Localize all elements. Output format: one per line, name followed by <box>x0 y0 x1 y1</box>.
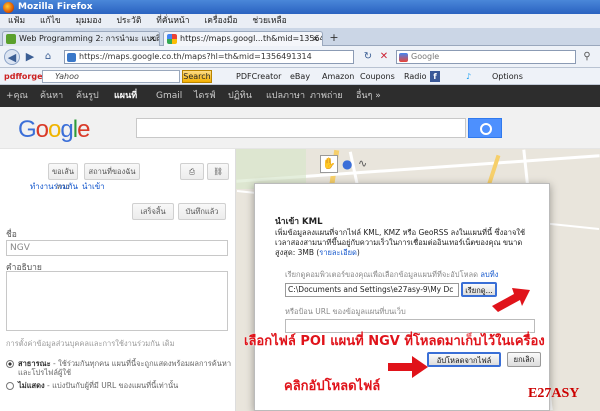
menu-help[interactable]: ช่วยเหลือ <box>252 16 286 26</box>
gbar-drive[interactable]: ไดรฟ์ <box>194 85 216 107</box>
placemark-tool-icon[interactable]: ● <box>342 157 352 171</box>
upload-from-file-button[interactable]: อัปโหลดจากไฟล์ <box>427 352 501 367</box>
stop-icon[interactable]: ✕ <box>378 51 390 63</box>
address-bar[interactable]: https://maps.google.co.th/maps?hl=th&mid… <box>64 50 354 64</box>
done-button[interactable]: เสร็จสิ้น <box>132 203 174 220</box>
window-titlebar: Mozilla Firefox <box>0 0 600 14</box>
annotation-select-file: เลือกไฟล์ POI แผนที่ NGV ที่โหลดมาเก็บไว… <box>244 334 545 349</box>
tab-close-icon[interactable]: × <box>312 32 319 45</box>
menu-view[interactable]: มุมมอง <box>76 16 102 26</box>
radio-button[interactable]: Radio <box>404 68 426 85</box>
tab-close-icon[interactable]: × <box>149 32 156 45</box>
pdfcreator-button[interactable]: PDFCreator <box>236 68 281 85</box>
tab-label: https://maps.googl...th&mid=1356491314 <box>180 34 323 43</box>
maps-favicon-icon <box>167 34 177 44</box>
firefox-logo-icon <box>3 2 14 13</box>
site-identity-icon[interactable] <box>67 53 76 62</box>
cancel-button[interactable]: ยกเลิก <box>507 352 541 367</box>
maps-search-input[interactable] <box>136 118 466 138</box>
link-icon[interactable]: ⛓ <box>207 163 229 180</box>
menu-tools[interactable]: เครื่องมือ <box>204 16 237 26</box>
home-icon[interactable]: ⌂ <box>40 49 56 65</box>
pdfforge-logo[interactable]: pdfforge <box>4 68 43 85</box>
addons-toolbar: pdfforge Yahoo Search PDFCreator eBay Am… <box>0 68 600 85</box>
navigation-bar: ◀ ▶ ⌂ https://maps.google.co.th/maps?hl=… <box>0 46 600 68</box>
file-path-field[interactable]: C:\Documents and Settings\e27asy-9\My Dc <box>285 283 459 297</box>
twitter-icon[interactable]: ♪ <box>466 68 471 85</box>
google-search-engine-icon[interactable] <box>399 53 408 62</box>
new-tab-button[interactable]: + <box>327 32 341 45</box>
hand-tool-icon[interactable]: ✋ <box>320 155 338 173</box>
remove-link[interactable]: ลบทิ้ง <box>480 270 498 279</box>
menu-file[interactable]: แฟ้ม <box>8 16 25 26</box>
annotation-click-upload: คลิกอัปโหลดไฟล์ <box>284 379 381 394</box>
dialog-description: เพิ่มข้อมูลลงแผนที่จากไฟล์ KML, KMZ หรือ… <box>275 228 526 257</box>
gbar-plus-you[interactable]: +คุณ <box>6 85 28 107</box>
google-bar: +คุณ ค้นหา ค้นรูป แผนที่ Gmail ไดรฟ์ ปฏิ… <box>0 85 600 107</box>
back-button[interactable]: ◀ <box>4 49 20 65</box>
e27asy-watermark: E27ASY <box>528 386 580 401</box>
gbar-search[interactable]: ค้นหา <box>40 85 63 107</box>
blogger-favicon-icon <box>6 34 16 44</box>
window-title: Mozilla Firefox <box>18 2 93 12</box>
annotation-arrow-upload <box>388 356 428 378</box>
tab-bar: Web Programming 2: การนำมะ แบบฝึกหัด แผน… <box>0 28 600 46</box>
amazon-button[interactable]: Amazon <box>322 68 354 85</box>
tab-label: Web Programming 2: การนำมะ แบบฝึกหัด แผน… <box>19 34 159 43</box>
details-link[interactable]: รายละเอียด <box>319 248 357 257</box>
import-link[interactable]: นำเข้า <box>82 180 105 193</box>
facebook-icon[interactable]: f <box>430 71 440 82</box>
gbar-more[interactable]: อื่นๆ » <box>356 85 381 107</box>
url-label: หรือป้อน URL ของข้อมูลแผนที่บนเว็บ <box>285 307 406 316</box>
tab-google-maps[interactable]: https://maps.googl...th&mid=1356491314 × <box>163 31 323 46</box>
privacy-label: การตั้งค่าข้อมูลส่วนบุคคลและการใช้งานร่ว… <box>6 339 175 348</box>
forward-button[interactable]: ▶ <box>22 49 38 65</box>
collaborate-link[interactable]: ทำงานร่วมกัน <box>30 180 78 193</box>
menu-history[interactable]: ประวัติ <box>117 16 142 26</box>
coupons-button[interactable]: Coupons <box>360 68 395 85</box>
description-field[interactable] <box>6 271 228 331</box>
left-panel: ขอเส้นทาง สถานที่ของฉัน ⎙ ⛓ ทำงานร่วมกัน… <box>0 149 236 411</box>
gbar-maps[interactable]: แผนที่ <box>114 85 137 107</box>
saved-button[interactable]: บันทึกแล้ว <box>178 203 226 220</box>
search-magnifier-icon[interactable]: ⚲ <box>580 51 594 63</box>
title-label: ชื่อ <box>6 230 17 240</box>
gbar-images[interactable]: ค้นรูป <box>76 85 99 107</box>
gbar-calendar[interactable]: ปฏิทิน <box>228 85 252 107</box>
menu-bookmarks[interactable]: ที่คั่นหน้า <box>156 16 189 26</box>
gbar-gmail[interactable]: Gmail <box>156 85 182 107</box>
unlisted-radio[interactable] <box>6 382 14 390</box>
directions-button[interactable]: ขอเส้นทาง <box>48 163 78 191</box>
print-icon[interactable]: ⎙ <box>180 163 204 180</box>
google-logo[interactable]: Google <box>18 116 90 144</box>
search-button[interactable] <box>468 118 502 138</box>
reload-icon[interactable]: ↻ <box>362 51 374 63</box>
ebay-button[interactable]: eBay <box>290 68 310 85</box>
unlisted-option: ไม่แสดง - แบ่งปันกับผู้ที่มี URL ของแผนท… <box>18 381 179 390</box>
search-input[interactable]: Google <box>396 50 576 64</box>
dialog-title: นำเข้า KML <box>275 217 323 227</box>
options-button[interactable]: Options <box>492 68 523 85</box>
annotation-arrow-browse <box>492 288 530 312</box>
line-tool-icon[interactable]: ∿ <box>358 157 370 171</box>
gbar-photos[interactable]: ภาพถ่าย <box>310 85 343 107</box>
public-radio[interactable] <box>6 360 14 368</box>
my-places-button[interactable]: สถานที่ของฉัน <box>84 163 140 180</box>
menu-edit[interactable]: แก้ไข <box>40 16 61 26</box>
file-label: เรียกดูคอมพิวเตอร์ของคุณเพื่อเลือกข้อมูล… <box>285 270 499 279</box>
tab-web-programming[interactable]: Web Programming 2: การนำมะ แบบฝึกหัด แผน… <box>2 31 160 46</box>
yahoo-search-input[interactable]: Yahoo <box>42 70 180 83</box>
public-option: สาธารณะ - ใช้ร่วมกันทุกคน แผนที่นี้จะถูก… <box>18 359 232 377</box>
yahoo-search-button[interactable]: Search <box>182 70 212 83</box>
title-field[interactable]: NGV <box>6 240 228 256</box>
gbar-translate[interactable]: แปลภาษา <box>266 85 305 107</box>
menu-bar: แฟ้ม แก้ไข มุมมอง ประวัติ ที่คั่นหน้า เค… <box>0 14 600 28</box>
